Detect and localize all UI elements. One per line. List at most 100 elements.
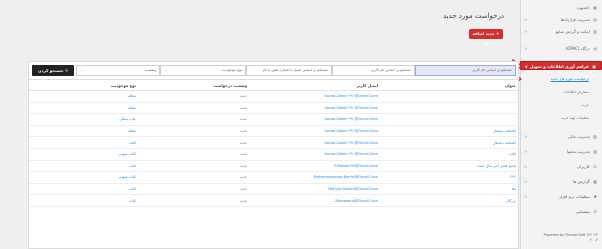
cell-type[interactable]: کتاب <box>29 183 140 196</box>
sidebar-subitem-new-requests[interactable]: درخواست مورد های جدید <box>520 76 602 83</box>
sidebar-item-label: مدیریت محتوا <box>566 149 590 154</box>
add-new-label: جدید اضافه کن <box>472 31 495 46</box>
cell-email[interactable]: F.Mohsen۹۳@Gmail.Com <box>251 160 382 173</box>
cell-title[interactable]: ملا <box>382 183 520 196</box>
chevron-down-icon: v <box>525 64 528 69</box>
cell-email[interactable]: Sarasi.Zaker۱۹۹۰@Gmail.Com <box>251 113 382 126</box>
cell-type[interactable]: چاپ سنگی <box>29 113 140 126</box>
sidebar-item-label: تنظیمات نرم افزار <box>559 194 590 199</box>
table-row[interactable]: بزرگان Zsimaban۸@Gmail.Com جدید کتاب <box>29 194 520 207</box>
cell-email[interactable]: Sarasi.Zaker۱۹۹۰@Gmail.Com <box>251 102 382 115</box>
sidebar-subitem-purchase[interactable]: خرید <box>520 102 602 109</box>
sidebar-item-acquisition[interactable]: ▣ فراهم آوری اطلاعات و تحویل مدرک v <box>520 61 602 78</box>
cell-status: جدید <box>140 148 251 161</box>
add-new-button[interactable]: + جدید اضافه کن <box>469 29 503 46</box>
table-row[interactable]: Sarasi.Zaker۱۹۹۰@Gmail.Com جدید مقاله <box>29 90 520 103</box>
filter-bar: جستجو بر اساس نام کاربر جستجو بر اساس نا… <box>28 61 519 80</box>
status-select[interactable]: وضعیت ⌄ <box>76 65 160 76</box>
column-header-type[interactable]: نوع موجودیت <box>29 80 140 91</box>
sidebar-item-contracts[interactable]: ▤ مدیریت قراردادها < <box>520 15 602 24</box>
cell-email[interactable]: Sarasi.Zaker۱۹۹۰@Gmail.Com <box>251 90 382 103</box>
support-icon: ✆ <box>593 209 597 214</box>
cell-email[interactable]: Zsimaban۸@Gmail.Com <box>251 194 382 207</box>
sidebar-footer: Powered by ParsianSoft ©۲۰۲۳ ۲.۰.۳ <box>522 233 598 243</box>
entity-type-placeholder: نوع موجودیت <box>221 68 242 72</box>
cell-title[interactable] <box>382 102 520 115</box>
cell-status: جدید <box>140 102 251 115</box>
sidebar-item-label: امانت و گردش منابع <box>555 29 590 34</box>
sidebar-item-circulation[interactable]: ▥ امانت و گردش منابع < <box>520 27 602 36</box>
globe-icon: ◍ <box>593 46 598 51</box>
box-icon: ▣ <box>592 64 596 69</box>
cell-type[interactable]: کتاب <box>29 136 140 149</box>
cell-email[interactable]: Mahyar.Sohani@Gmail.Com <box>251 183 382 196</box>
email-search-placeholder: جستجو بر اساس ایمیل یا شماره تلفن یا نام <box>262 68 328 72</box>
status-placeholder: وضعیت <box>144 68 156 72</box>
cell-title[interactable] <box>382 90 520 103</box>
cell-title[interactable]: ۲۲۲ <box>382 171 520 184</box>
cell-type[interactable]: مقاله <box>29 102 140 115</box>
sidebar-item-finance[interactable]: ▧ مدیریت مالی < <box>520 132 602 141</box>
user-search-input[interactable]: جستجو بر اساس نام کاربر <box>332 65 415 76</box>
cell-email[interactable]: Sarasi.Zaker۱۹۹۰@Gmail.Com <box>251 136 382 149</box>
search-icon: ⚲ <box>65 68 68 73</box>
table-header-row: عنوان ایمیل کاربر وضعیت درخواست نوع موجو… <box>29 80 520 91</box>
cell-status: جدید <box>140 171 251 184</box>
user-search-placeholder: جستجو بر اساس نام کاربر <box>371 68 411 72</box>
cell-title[interactable]: بزرگان <box>382 194 520 207</box>
column-header-title[interactable]: عنوان <box>382 80 520 91</box>
sidebar-item-settings[interactable]: ✹ تنظیمات نرم افزار < <box>520 192 602 201</box>
sidebar-item-label: پشتیبانی <box>575 209 590 214</box>
page-title: درخواست مورد جدید <box>442 12 504 20</box>
search-button[interactable]: ⚲ جستجو کردن <box>32 65 74 76</box>
cell-type[interactable]: مقاله <box>29 90 140 103</box>
cell-title[interactable]: کتابخانه دیجیتال <box>382 125 520 138</box>
cell-email[interactable]: Sarasi.Zaker۱۹۹۰@Gmail.Com <box>251 148 382 161</box>
title-search-input[interactable]: جستجو بر اساس نام کاربر <box>415 65 516 76</box>
table-row[interactable]: ۲۲۲ Mohammadreza.Bon۹۸@Gmail.Com جدید کتاب … <box>29 171 520 184</box>
cell-title[interactable]: کتابخانه دیجیتال <box>382 136 520 149</box>
cell-status: جدید <box>140 113 251 126</box>
cell-title[interactable]: پاسخ فصل آخر سال است <box>382 160 520 173</box>
sidebar-item-label: مدیریت مالی <box>567 134 590 139</box>
column-header-status[interactable]: وضعیت درخواست <box>140 80 251 91</box>
title-search-placeholder: جستجو بر اساس نام کاربر <box>472 68 512 72</box>
money-icon: ▧ <box>593 134 597 139</box>
chevron-left-icon: < <box>524 46 528 51</box>
email-search-input[interactable]: جستجو بر اساس ایمیل یا شماره تلفن یا نام <box>246 65 332 76</box>
sidebar-item-support[interactable]: ✆ پشتیبانی <box>520 207 602 216</box>
sidebar-item-content[interactable]: ▨ مدیریت محتوا < <box>520 147 602 156</box>
contract-icon: ▤ <box>593 17 597 22</box>
table-row[interactable]: ملا Mahyar.Sohani@Gmail.Com جدید کتاب <box>29 183 520 196</box>
settings-icon: ✹ <box>593 194 597 199</box>
cell-title[interactable]: کتاب <box>382 148 520 161</box>
table-row[interactable]: Sarasi.Zaker۱۹۹۰@Gmail.Com جدید مقاله <box>29 102 520 115</box>
cell-email[interactable]: Sarasi.Zaker۱۹۹۰@Gmail.Com <box>251 125 382 138</box>
sidebar-item-users[interactable]: ☺ کاربران < <box>520 162 602 171</box>
sidebar-item-reports[interactable]: ▩ گزارش ها < <box>520 177 602 186</box>
chevron-left-icon: < <box>524 17 528 22</box>
table-row[interactable]: Sarasi.Zaker۱۹۹۰@Gmail.Com جدید چاپ سنگی <box>29 113 520 126</box>
table-row[interactable]: کتابخانه دیجیتال Sarasi.Zaker۱۹۹۰@Gmail.C… <box>29 136 520 149</box>
table-row[interactable]: پاسخ فصل آخر سال است F.Mohsen۹۳@Gmail.Com… <box>29 160 520 173</box>
sidebar-item-dashboard[interactable]: ▦ داشبورد <box>520 3 602 12</box>
chevron-left-icon: < <box>524 179 528 184</box>
cell-type[interactable]: کتاب صوتی <box>29 148 140 161</box>
table-row[interactable]: کتابخانه دیجیتال Sarasi.Zaker۱۹۹۰@Gmail.C… <box>29 125 520 138</box>
cell-title[interactable] <box>382 113 520 126</box>
cell-type[interactable]: کتاب <box>29 194 140 207</box>
sidebar-subitem-purchase-settings[interactable]: تنظیمات تهیه خرید <box>520 115 602 122</box>
sidebar-item-opac[interactable]: ◍ درگاه (OPAC) < <box>520 44 602 53</box>
column-header-email[interactable]: ایمیل کاربر <box>251 80 382 91</box>
sidebar: ▦ داشبورد ▤ مدیریت قراردادها < ▥ امانت و… <box>520 0 602 249</box>
sidebar-item-label: درگاه (OPAC) <box>565 46 590 51</box>
cell-type[interactable]: کتاب <box>29 160 140 173</box>
cell-email[interactable]: Mohammadreza.Bon۹۸@Gmail.Com <box>251 171 382 184</box>
requests-table: عنوان ایمیل کاربر وضعیت درخواست نوع موجو… <box>28 80 520 249</box>
chart-icon: ▩ <box>593 179 597 184</box>
cell-type[interactable]: کتاب صوتی <box>29 171 140 184</box>
table-row[interactable]: کتاب Sarasi.Zaker۱۹۹۰@Gmail.Com جدید کتاب ص… <box>29 148 520 161</box>
entity-type-select[interactable]: نوع موجودیت ⌄ <box>160 65 246 76</box>
sidebar-subitem-order-info[interactable]: سفارش اطلاعات <box>520 89 602 96</box>
cell-type[interactable]: مقاله <box>29 125 140 138</box>
